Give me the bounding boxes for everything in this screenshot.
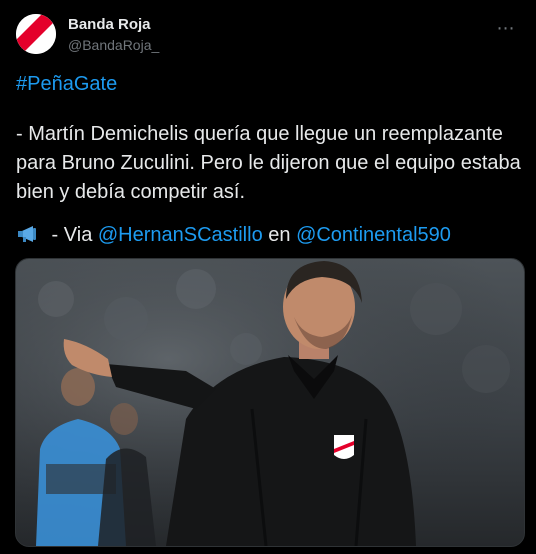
- coach-gesturing-photo: [16, 259, 524, 546]
- author-names: Banda Roja @BandaRoja_: [68, 16, 159, 54]
- via-connector: en: [262, 224, 297, 246]
- hashtag-link[interactable]: #PeñaGate: [16, 73, 117, 95]
- mention-link-hernan[interactable]: @HernanSCastillo: [98, 224, 263, 246]
- author-handle[interactable]: @BandaRoja_: [68, 36, 159, 54]
- tweet-header: Banda Roja @BandaRoja_ ⋯: [16, 12, 520, 56]
- river-plate-sash-logo: [16, 14, 56, 54]
- via-line: - Via @HernanSCastillo en @Continental59…: [16, 221, 451, 253]
- tweet-photo[interactable]: [15, 258, 525, 547]
- avatar[interactable]: [16, 14, 56, 54]
- author-display-name[interactable]: Banda Roja: [68, 16, 159, 34]
- via-prefix: - Via: [46, 224, 98, 246]
- more-options-icon[interactable]: ⋯: [494, 18, 518, 38]
- tweet-body: - Martín Demichelis quería que llegue un…: [16, 123, 521, 203]
- megaphone-icon: [16, 224, 42, 253]
- mention-link-continental[interactable]: @Continental590: [296, 224, 451, 246]
